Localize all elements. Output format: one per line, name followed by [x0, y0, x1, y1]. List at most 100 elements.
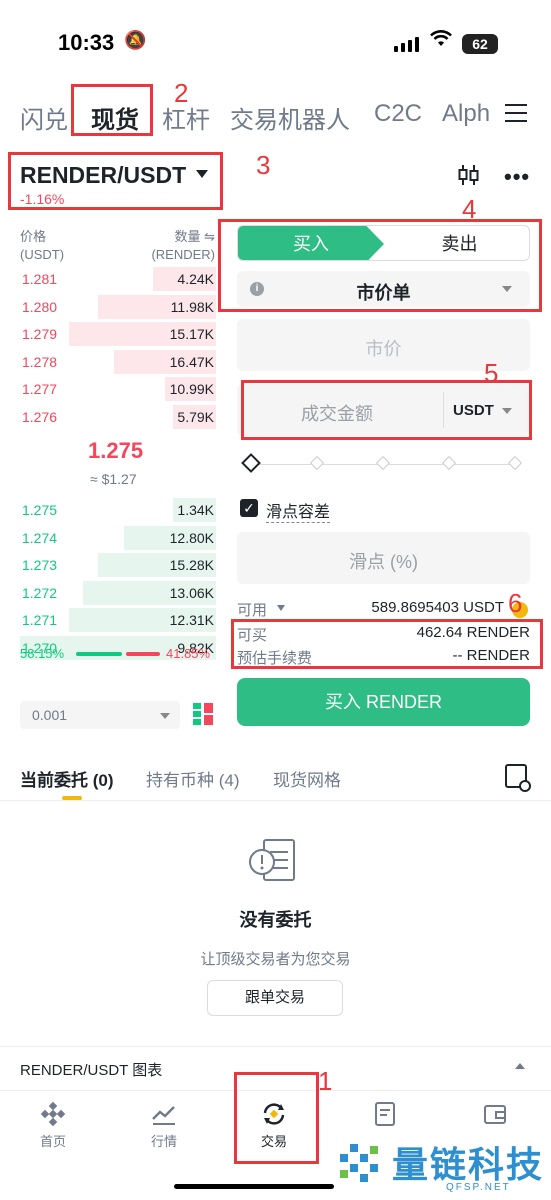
ask-price: 1.278 [22, 353, 58, 370]
watermark-text: 量链科技 [392, 1144, 545, 1185]
ask-quantity: 5.79K [177, 408, 214, 425]
ask-quantity: 15.17K [169, 326, 214, 342]
slippage-input[interactable]: 滑点 (%) [237, 532, 530, 584]
menu-icon[interactable] [505, 104, 527, 124]
bid-quantity: 15.28K [169, 557, 214, 573]
bottom-tab-wallet[interactable] [450, 1101, 540, 1131]
buy-ratio: 58.15% [20, 646, 65, 661]
top-nav: 闪兑 现货 杠杆 交易机器人 C2C Alph [0, 92, 551, 140]
precision-select[interactable]: 0.001 [20, 701, 180, 729]
order-tabs: 当前委托 (0) 持有币种 (4) 现货网格 [0, 764, 551, 804]
watermark-sub: QFSP.NET [446, 1182, 511, 1193]
orderbook-price-header: 价格 (USDT) [20, 229, 65, 262]
caret-up-icon [515, 1063, 525, 1069]
bid-price: 1.275 [22, 502, 58, 518]
ask-price: 1.280 [22, 298, 58, 315]
bid-quantity: 13.06K [169, 584, 214, 601]
candlestick-icon[interactable] [458, 164, 480, 186]
market-chart-icon [152, 1106, 175, 1125]
caret-down-icon[interactable] [277, 605, 285, 611]
slider-step-100[interactable] [507, 455, 523, 471]
caret-down-icon [502, 286, 512, 292]
last-price-usd: ≈ $1.27 [90, 471, 137, 487]
bid-row[interactable]: 1.274 12.80K [20, 525, 216, 552]
bottom-tab-trade[interactable]: 交易 [229, 1101, 319, 1150]
bottom-tab-futures[interactable] [340, 1101, 430, 1131]
slider-step-75[interactable] [441, 455, 457, 471]
bid-row[interactable]: 1.271 12.31K [20, 608, 216, 634]
buy-render-button[interactable]: 买入 RENDER [237, 678, 530, 726]
last-price: 1.275 [88, 438, 144, 463]
annotation-number-1: 1 [318, 1066, 333, 1096]
orderbook-qty-header[interactable]: 数量 ⇋ (RENDER) [151, 228, 215, 264]
copy-trade-button[interactable]: 跟单交易 [207, 980, 343, 1016]
home-indicator [174, 1184, 334, 1189]
buy-sell-toggle: 买入 卖出 [237, 225, 530, 261]
order-type-select[interactable]: i 市价单 [237, 271, 530, 307]
bid-price: 1.271 [22, 612, 58, 628]
amount-unit-select[interactable]: USDT [453, 402, 494, 419]
home-diamond-icon [40, 1101, 66, 1127]
annotation-number-5: 5 [484, 358, 499, 388]
bid-row[interactable]: 1.275 1.34K [20, 498, 216, 524]
ask-quantity: 11.98K [170, 298, 214, 315]
pair-selector[interactable]: RENDER/USDT [20, 162, 186, 189]
tab-spot-grid[interactable]: 现货网格 [273, 766, 341, 791]
ask-price: 1.277 [22, 381, 58, 397]
tab-spot[interactable]: 现货 [91, 100, 139, 135]
ask-row[interactable]: 1.277 10.99K [20, 377, 216, 403]
sell-tab[interactable]: 卖出 [388, 226, 529, 260]
buy-tab[interactable]: 买入 [238, 226, 384, 260]
ask-row[interactable]: 1.280 11.98K [20, 294, 216, 321]
bid-quantity: 12.31K [169, 612, 214, 628]
bottom-tab-home[interactable]: 首页 [8, 1101, 98, 1150]
ask-row[interactable]: 1.279 15.17K [20, 322, 216, 348]
slider-step-25[interactable] [309, 455, 325, 471]
annotation-number-3: 3 [256, 150, 271, 180]
annotation-number-2: 2 [174, 78, 189, 108]
bid-price: 1.273 [22, 557, 58, 573]
ask-row[interactable]: 1.278 16.47K [20, 349, 216, 376]
amount-input[interactable]: 成交金额 USDT [237, 384, 530, 436]
wallet-icon [484, 1105, 506, 1124]
bid-row[interactable]: 1.272 13.06K [20, 580, 216, 607]
annotation-number-4: 4 [462, 194, 477, 224]
tab-trading-bot[interactable]: 交易机器人 [230, 100, 350, 135]
bid-quantity: 12.80K [169, 529, 214, 546]
tab-holdings[interactable]: 持有币种 (4) [146, 766, 240, 791]
caret-down-icon[interactable] [196, 170, 208, 178]
ask-row[interactable]: 1.281 4.24K [20, 267, 216, 293]
empty-title: 没有委托 [239, 910, 312, 930]
ask-price: 1.279 [22, 326, 58, 342]
battery-indicator: 62 [462, 34, 498, 54]
pair-change: -1.16% [20, 191, 65, 207]
bid-quantity: 1.34K [177, 502, 214, 518]
caret-down-icon [160, 713, 170, 719]
watermark-logo-icon [340, 1144, 378, 1182]
tab-alpha[interactable]: Alph [442, 100, 490, 128]
watermark: 量链科技 QFSP.NET [336, 1136, 551, 1200]
tab-convert[interactable]: 闪兑 [20, 100, 68, 135]
ask-quantity: 10.99K [169, 381, 214, 397]
status-bar: 10:33 🔕 62 [0, 0, 551, 90]
futures-doc-icon [375, 1102, 395, 1126]
slider-handle[interactable] [241, 453, 261, 473]
annotation-number-6: 6 [508, 588, 523, 618]
empty-orders-icon [249, 839, 295, 881]
signal-icon [394, 36, 420, 52]
bottom-tab-markets[interactable]: 行情 [119, 1101, 209, 1150]
bid-row[interactable]: 1.273 15.28K [20, 553, 216, 579]
wifi-icon [430, 30, 452, 54]
slippage-checkbox-label[interactable]: 滑点容差 [266, 498, 331, 523]
ask-row[interactable]: 1.276 5.79K [20, 404, 216, 431]
bid-price: 1.272 [22, 584, 58, 601]
slider-step-50[interactable] [375, 455, 391, 471]
orderbook-layout-icon[interactable] [192, 702, 214, 726]
tab-open-orders[interactable]: 当前委托 (0) [20, 766, 114, 791]
ask-quantity: 4.24K [177, 271, 214, 287]
tab-c2c[interactable]: C2C [374, 100, 422, 128]
chart-section-toggle[interactable]: RENDER/USDT 图表 [0, 1046, 551, 1090]
more-options-icon[interactable]: ••• [504, 164, 530, 190]
order-history-icon[interactable] [505, 764, 531, 792]
slippage-checkbox[interactable]: ✓ [240, 499, 258, 517]
